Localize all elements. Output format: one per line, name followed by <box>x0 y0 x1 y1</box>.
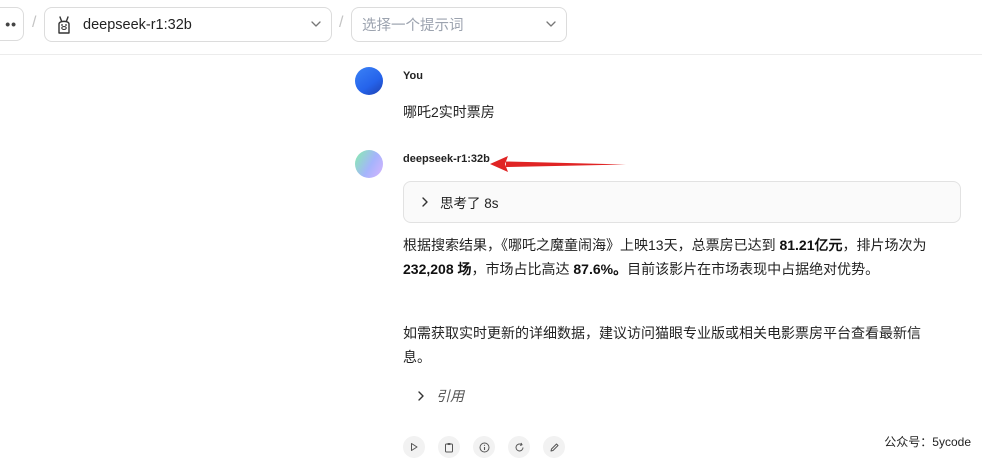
chevron-down-icon <box>546 21 556 27</box>
breadcrumb-separator-2: / <box>339 14 344 31</box>
assistant-avatar <box>355 150 383 178</box>
breadcrumb-separator: / <box>32 14 37 31</box>
model-select-value: deepseek-r1:32b <box>83 16 192 33</box>
top-bar: •• / deepseek-r1:32b / 选择一个提示词 <box>0 0 982 55</box>
pencil-icon <box>550 443 558 451</box>
prompt-select[interactable]: 选择一个提示词 <box>351 7 567 42</box>
info-icon <box>479 442 489 452</box>
prompt-select-placeholder: 选择一个提示词 <box>362 18 464 34</box>
thinking-toggle[interactable]: 思考了 8s <box>403 181 961 223</box>
text-segment: 目前该影片在市场表现中占据绝对优势。 <box>627 260 880 277</box>
model-select[interactable]: deepseek-r1:32b <box>44 7 332 42</box>
copy-button[interactable] <box>438 436 460 458</box>
box-office-value: 81.21亿元 <box>779 237 843 253</box>
text-segment: ，市场占比高达 <box>471 260 574 277</box>
message-actions <box>403 436 578 458</box>
clipboard-icon <box>445 442 453 452</box>
user-name: You <box>403 70 423 82</box>
edit-button[interactable] <box>543 436 565 458</box>
refresh-icon <box>515 442 523 451</box>
llama-icon <box>58 15 70 34</box>
regenerate-button[interactable] <box>508 436 530 458</box>
play-icon <box>411 443 418 451</box>
user-avatar <box>355 67 383 95</box>
market-share-value: 87.6%。 <box>573 260 628 277</box>
assistant-paragraph-2: 如需获取实时更新的详细数据，建议访问猫眼专业版或相关电影票房平台查看最新信息。 <box>403 325 921 365</box>
assistant-name: deepseek-r1:32b <box>403 153 490 165</box>
thinking-label: 思考了 8s <box>440 196 499 211</box>
assistant-paragraph-1: 根据搜索结果，《哪吒之魔童闹海》上映13天，总票房已达到 81.21亿元，排片场… <box>403 234 933 281</box>
screenings-value: 232,208 场 <box>403 260 472 277</box>
info-button[interactable] <box>473 436 495 458</box>
user-message: 哪吒2实时票房 <box>403 104 495 120</box>
text-segment: ，排片场次为 <box>842 237 927 253</box>
watermark: 公众号：5ycode <box>884 435 971 449</box>
citations-label: 引用 <box>436 388 464 404</box>
chevron-right-icon <box>416 390 426 402</box>
ellipsis-icon: •• <box>5 16 17 32</box>
chevron-down-icon <box>311 21 321 27</box>
red-arrow-annotation <box>490 156 626 172</box>
chevron-right-icon <box>420 196 430 208</box>
citations-toggle[interactable]: 引用 <box>416 386 464 406</box>
text-segment: 根据搜索结果，《哪吒之魔童闹海》上映13天，总票房已达到 <box>403 237 780 253</box>
play-audio-button[interactable] <box>403 436 425 458</box>
more-menu-button[interactable]: •• <box>0 7 24 41</box>
